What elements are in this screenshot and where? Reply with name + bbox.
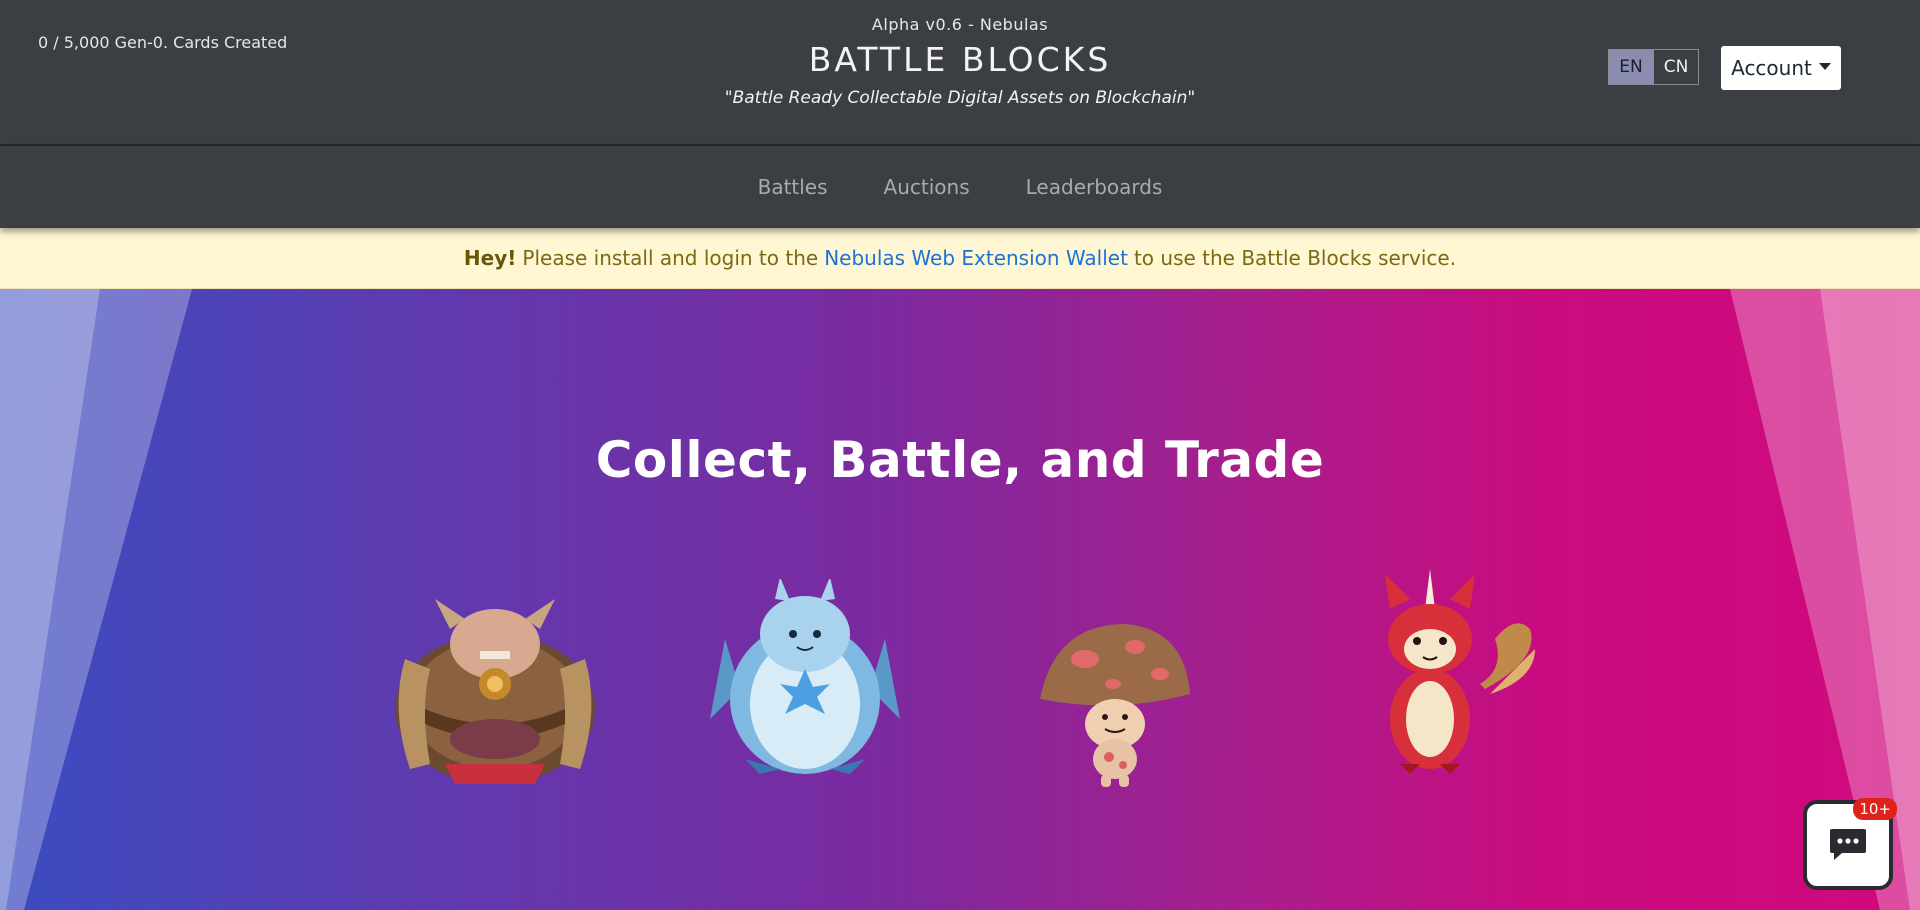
language-switcher: EN CN	[1608, 49, 1699, 85]
chat-widget-button[interactable]: 10+	[1803, 798, 1897, 890]
nav-leaderboards[interactable]: Leaderboards	[1026, 175, 1163, 199]
language-cn-button[interactable]: CN	[1653, 50, 1698, 84]
hero-light-beams	[0, 289, 1920, 910]
ice-yeti-icon[interactable]	[705, 579, 905, 779]
main-nav: Battles Auctions Leaderboards	[0, 146, 1920, 228]
fire-fox-icon[interactable]	[1365, 569, 1545, 779]
chat-notification-badge: 10+	[1853, 798, 1897, 820]
wallet-alert: Hey! Please install and login to the Neb…	[0, 228, 1920, 289]
site-tagline: "Battle Ready Collectable Digital Assets…	[724, 88, 1196, 108]
nav-auctions[interactable]: Auctions	[884, 175, 970, 199]
nav-battles[interactable]: Battles	[758, 175, 828, 199]
alert-text-after: to use the Battle Blocks service.	[1133, 246, 1457, 270]
caret-down-icon	[1818, 62, 1831, 70]
language-en-button[interactable]: EN	[1609, 50, 1653, 84]
alert-prefix: Hey!	[463, 246, 517, 270]
top-header: 0 / 5,000 Gen-0. Cards Created Alpha v0.…	[0, 0, 1920, 146]
alert-text-before: Please install and login to the	[522, 246, 819, 270]
armored-ogre-icon[interactable]	[385, 589, 605, 789]
chat-bubble-icon	[1830, 829, 1866, 860]
hero-banner: Collect, Battle, and Trade	[0, 289, 1920, 910]
hero-title: Collect, Battle, and Trade	[595, 431, 1325, 489]
wallet-extension-link[interactable]: Nebulas Web Extension Wallet	[824, 246, 1128, 270]
account-dropdown-button[interactable]: Account	[1721, 46, 1841, 90]
account-label: Account	[1731, 56, 1812, 80]
version-label: Alpha v0.6 - Nebulas	[871, 15, 1049, 34]
mushroom-icon[interactable]	[1035, 619, 1195, 789]
